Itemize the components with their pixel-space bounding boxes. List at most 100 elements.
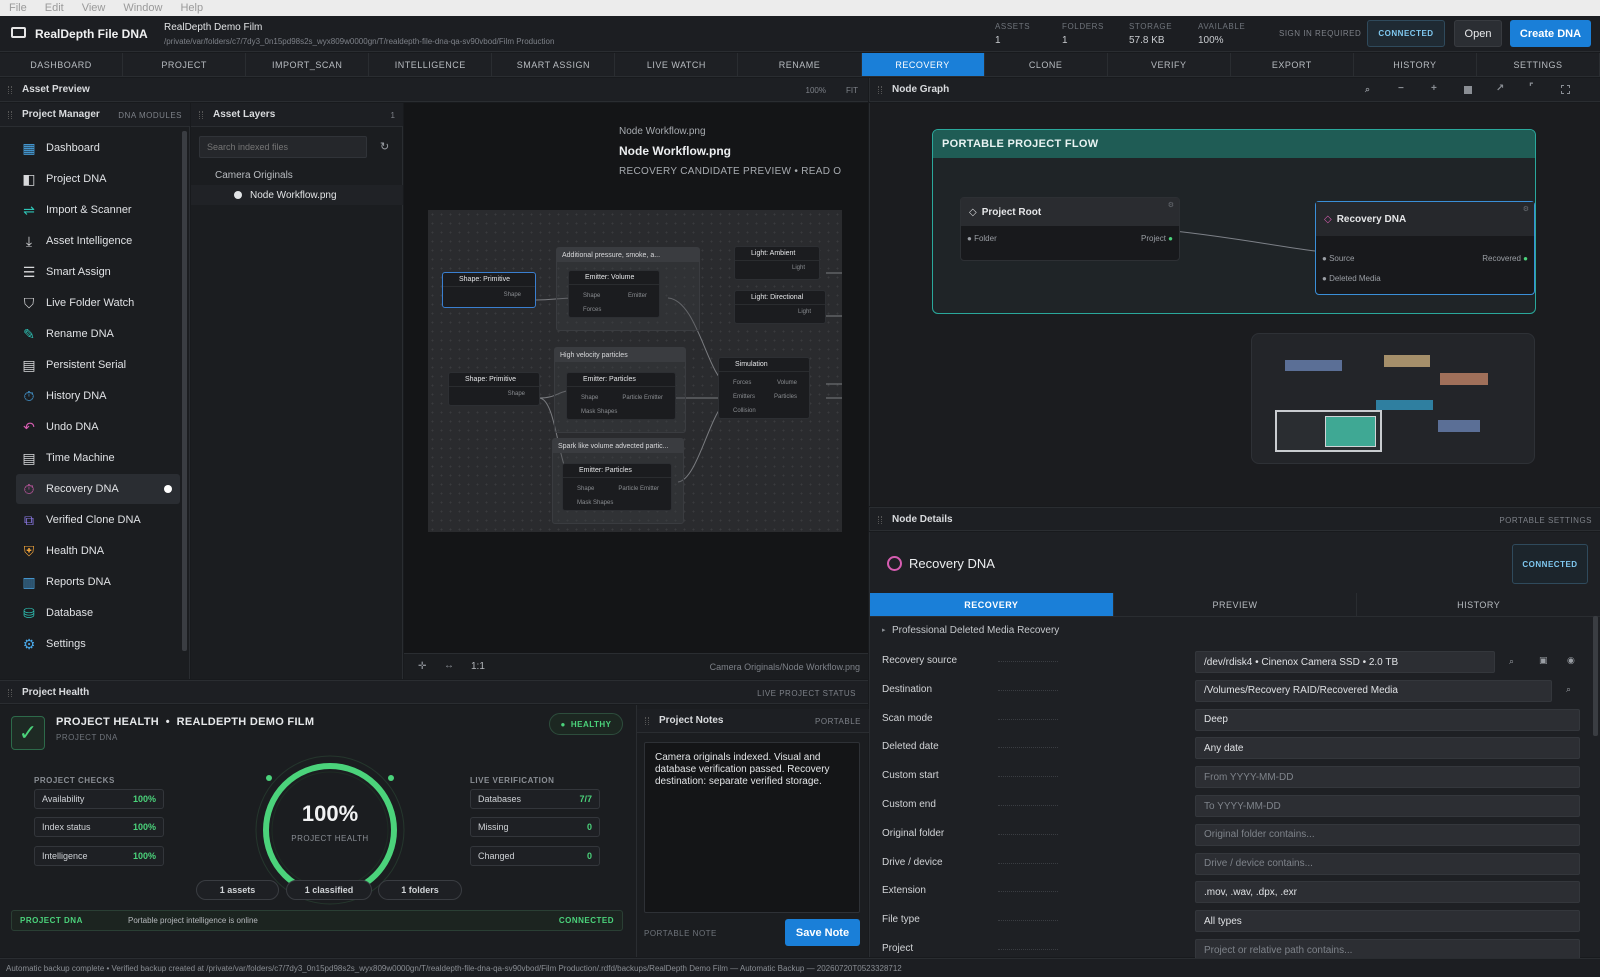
tab-preview-detail[interactable]: PREVIEW <box>1114 593 1358 616</box>
details-scrollbar[interactable] <box>1593 616 1598 736</box>
node-settings-icon[interactable]: ⚙ <box>1168 201 1174 209</box>
sidebar-item-recovery-dna[interactable]: ⏱ Recovery DNA <box>16 474 180 504</box>
search-icon[interactable]: ⌕ <box>1365 84 1370 95</box>
drag-handle-icon[interactable] <box>8 111 12 119</box>
sidebar-item-database[interactable]: ⛁ Database <box>16 598 180 628</box>
zoom-out-icon[interactable]: − <box>1398 83 1404 94</box>
source-search-icon[interactable]: ⌕ <box>1509 656 1514 667</box>
section-collapse-icon[interactable]: ▸ <box>882 626 886 634</box>
menu-file[interactable]: File <box>9 2 27 14</box>
sidebar-item-label: Health DNA <box>46 545 105 557</box>
fit-button[interactable]: FIT <box>846 86 858 95</box>
tab-rename[interactable]: RENAME <box>738 53 862 76</box>
tab-smart-assign[interactable]: SMART ASSIGN <box>492 53 616 76</box>
zoom-in-icon[interactable]: + <box>1431 83 1437 94</box>
drag-handle-icon[interactable] <box>8 86 12 94</box>
sidebar-item-health-dna[interactable]: ⛨ Health DNA <box>16 536 180 566</box>
folder-camera-originals[interactable]: Camera Originals <box>215 170 293 181</box>
node-project-root[interactable]: ◇ Project Root ● Folder Project ● ⚙ <box>960 197 1180 261</box>
fit-width-icon[interactable]: ↔ <box>444 660 454 671</box>
source-target-icon[interactable]: ◉ <box>1567 655 1575 666</box>
zoom-level[interactable]: 100% <box>806 86 826 95</box>
sidebar-item-settings[interactable]: ⚙ Settings <box>16 629 180 659</box>
sidebar-item-dashboard[interactable]: ▦ Dashboard <box>16 133 180 163</box>
search-indexed-input[interactable] <box>199 136 367 158</box>
sidebar-item-asset-intelligence[interactable]: ⤓ Asset Intelligence <box>16 226 180 256</box>
create-dna-button[interactable]: Create DNA <box>1510 20 1591 47</box>
detail-field-custom-end[interactable]: To YYYY-MM-DD <box>1195 795 1580 817</box>
node-status-badge[interactable]: CONNECTED <box>1512 544 1588 584</box>
wf-node-emitter-particles-2: Emitter: Particles Shape Mask Shapes Par… <box>562 463 672 511</box>
drag-handle-icon[interactable] <box>645 717 649 725</box>
minimap[interactable] <box>1251 333 1535 464</box>
drag-handle-icon[interactable] <box>878 86 882 94</box>
fullscreen-icon[interactable] <box>1561 85 1570 94</box>
open-button[interactable]: Open <box>1454 20 1502 47</box>
menu-edit[interactable]: Edit <box>45 2 64 14</box>
sidebar-scrollbar[interactable] <box>182 131 187 651</box>
tab-live-watch[interactable]: LIVE WATCH <box>615 53 739 76</box>
sign-in-status[interactable]: SIGN IN REQUIRED <box>1279 29 1361 38</box>
tab-dashboard[interactable]: DASHBOARD <box>0 53 124 76</box>
detail-field-scan-mode[interactable]: Deep <box>1195 708 1580 731</box>
portable-settings-label[interactable]: PORTABLE SETTINGS <box>1499 516 1592 525</box>
tab-recovery-detail[interactable]: RECOVERY <box>870 593 1114 616</box>
refresh-icon[interactable]: ↻ <box>380 140 389 153</box>
sidebar-item-persistent-serial[interactable]: ▤ Persistent Serial <box>16 350 180 380</box>
drag-handle-icon[interactable] <box>199 111 203 119</box>
detail-field-extension[interactable]: .mov, .wav, .dpx, .exr <box>1195 881 1580 904</box>
sidebar-item-reports-dna[interactable]: ▥ Reports DNA <box>16 567 180 597</box>
sidebar-item-project-dna[interactable]: ◧ Project DNA <box>16 164 180 194</box>
sidebar-item-rename-dna[interactable]: ✎ Rename DNA <box>16 319 180 349</box>
detail-field-drive-device[interactable]: Drive / device contains... <box>1195 852 1580 875</box>
tab-intelligence[interactable]: INTELLIGENCE <box>369 53 493 76</box>
tab-verify[interactable]: VERIFY <box>1108 53 1231 76</box>
grid-icon[interactable] <box>1464 86 1472 94</box>
detail-field-recovery-source[interactable]: /dev/rdisk4 • Cinenox Camera SSD • 2.0 T… <box>1195 651 1495 673</box>
port-project[interactable]: Project ● <box>1141 234 1173 243</box>
sidebar-item-live-folder-watch[interactable]: ⛉ Live Folder Watch <box>16 288 180 318</box>
source-grid-icon[interactable]: ▣ <box>1539 655 1548 666</box>
destination-search-icon[interactable]: ⌕ <box>1566 684 1571 695</box>
sidebar-item-time-machine[interactable]: ▤ Time Machine <box>16 443 180 473</box>
node-recovery-dna[interactable]: ◇ Recovery DNA ● Source ● Deleted Media R… <box>1315 201 1535 295</box>
menu-help[interactable]: Help <box>180 2 203 14</box>
sidebar-item-verified-clone-dna[interactable]: ⧉ Verified Clone DNA <box>16 505 180 535</box>
tab-clone[interactable]: CLONE <box>985 53 1108 76</box>
tab-import-scan[interactable]: IMPORT_SCAN <box>246 53 370 76</box>
notes-textarea[interactable]: Camera originals indexed. Visual and dat… <box>644 742 860 913</box>
tab-recovery[interactable]: RECOVERY <box>861 53 985 76</box>
detail-field-custom-start[interactable]: From YYYY-MM-DD <box>1195 766 1580 789</box>
port-recovered[interactable]: Recovered ● <box>1482 254 1528 263</box>
detail-leader <box>998 747 1058 749</box>
sidebar-item-history-dna[interactable]: ⏱ History DNA <box>16 381 180 411</box>
expand-icon[interactable]: ↗ <box>1496 83 1504 94</box>
node-settings-icon[interactable]: ⚙ <box>1523 205 1529 213</box>
sidebar-item-smart-assign[interactable]: ☰ Smart Assign <box>16 257 180 287</box>
crosshair-icon[interactable]: ✛ <box>418 661 426 672</box>
tab-history[interactable]: HISTORY <box>1354 53 1477 76</box>
menu-window[interactable]: Window <box>123 2 162 14</box>
sidebar-item-undo-dna[interactable]: ↶ Undo DNA <box>16 412 180 442</box>
sidebar-item-label: Verified Clone DNA <box>46 514 141 526</box>
drag-handle-icon[interactable] <box>8 689 12 697</box>
connected-badge[interactable]: CONNECTED <box>1367 20 1445 47</box>
port-folder[interactable]: ● Folder <box>967 234 997 243</box>
ratio-button[interactable]: 1:1 <box>471 661 485 672</box>
detail-field-original-folder[interactable]: Original folder contains... <box>1195 823 1580 846</box>
tab-export[interactable]: EXPORT <box>1231 53 1354 76</box>
detail-field-deleted-date[interactable]: Any date <box>1195 737 1580 760</box>
tab-settings[interactable]: SETTINGS <box>1477 53 1600 76</box>
sidebar-item-import-scanner[interactable]: ⇌ Import & Scanner <box>16 195 180 225</box>
menu-view[interactable]: View <box>82 2 106 14</box>
file-node-workflow[interactable]: Node Workflow.png <box>191 185 403 205</box>
detail-field-destination[interactable]: /Volumes/Recovery RAID/Recovered Media <box>1195 679 1552 702</box>
save-note-button[interactable]: Save Note <box>785 919 860 946</box>
detail-field-file-type[interactable]: All types <box>1195 910 1580 933</box>
port-source[interactable]: ● Source <box>1322 254 1354 263</box>
corner-icon[interactable]: ⌜ <box>1529 82 1534 93</box>
tab-history-detail[interactable]: HISTORY <box>1357 593 1600 616</box>
port-deleted-media[interactable]: ● Deleted Media <box>1322 274 1381 283</box>
tab-project[interactable]: PROJECT <box>123 53 247 76</box>
drag-handle-icon[interactable] <box>878 516 882 524</box>
